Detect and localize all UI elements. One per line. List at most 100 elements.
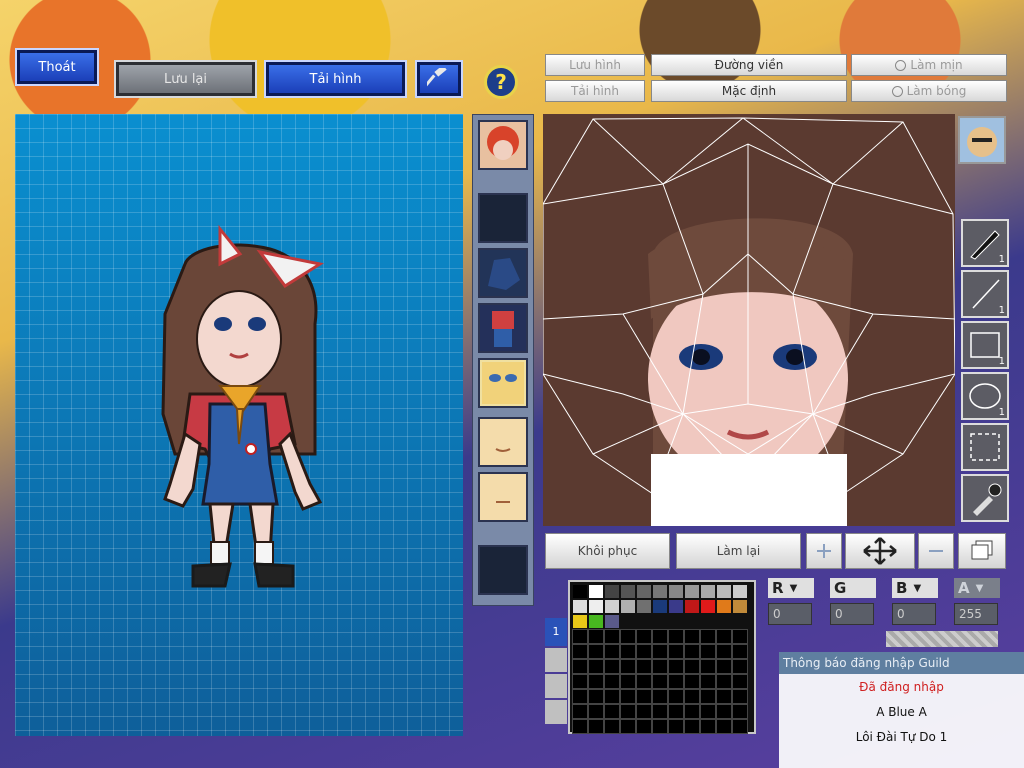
help-button[interactable]: ? (484, 65, 518, 99)
palette-empty-slot[interactable] (684, 659, 700, 674)
palette-empty-slot[interactable] (716, 719, 732, 734)
face-thumbnail[interactable] (958, 116, 1006, 164)
palette-swatch[interactable] (605, 585, 619, 598)
red-value-input[interactable]: 0 (768, 603, 812, 625)
face-editor-canvas[interactable] (543, 114, 955, 526)
palette-empty-slot[interactable] (668, 659, 684, 674)
palette-empty-slot[interactable] (604, 659, 620, 674)
palette-swatch[interactable] (733, 585, 747, 598)
palette-empty-slot[interactable] (684, 644, 700, 659)
palette-empty-slot[interactable] (636, 659, 652, 674)
load-image-button[interactable]: Tải hình (545, 80, 645, 102)
palette-empty-slot[interactable] (684, 674, 700, 689)
palette-empty-slot[interactable] (716, 644, 732, 659)
palette-empty-slot[interactable] (572, 674, 588, 689)
palette-empty-slot[interactable] (652, 629, 668, 644)
palette-empty-slot[interactable] (668, 674, 684, 689)
part-slot-empty-1[interactable] (478, 193, 528, 243)
palette-empty-slot[interactable] (572, 659, 588, 674)
palette-empty-slot[interactable] (620, 644, 636, 659)
part-slot-body[interactable] (478, 303, 528, 353)
palette-empty-slot[interactable] (604, 644, 620, 659)
palette-empty-slot[interactable] (700, 704, 716, 719)
palette-empty-slot[interactable] (668, 719, 684, 734)
palette-empty-slot[interactable] (652, 704, 668, 719)
ellipse-tool[interactable]: 1 (961, 372, 1009, 420)
eyedropper-tool[interactable] (961, 474, 1009, 522)
palette-empty-slot[interactable] (716, 689, 732, 704)
layer-button[interactable] (958, 533, 1006, 569)
shine-toggle[interactable]: Làm bóng (851, 80, 1007, 102)
palette-empty-slot[interactable] (652, 659, 668, 674)
palette-swatch[interactable] (621, 585, 635, 598)
palette-empty-slot[interactable] (588, 644, 604, 659)
palette-empty-slot[interactable] (732, 644, 748, 659)
save-button[interactable]: Lưu lại (114, 60, 257, 98)
palette-swatch[interactable] (621, 600, 635, 613)
palette-empty-slot[interactable] (604, 629, 620, 644)
palette-empty-slot[interactable] (572, 719, 588, 734)
zoom-in-button[interactable] (806, 533, 842, 569)
palette-empty-slot[interactable] (636, 629, 652, 644)
color-palette[interactable] (568, 580, 756, 734)
line-tool[interactable]: 1 (961, 270, 1009, 318)
palette-empty-slot[interactable] (700, 719, 716, 734)
palette-empty-slot[interactable] (652, 674, 668, 689)
default-button[interactable]: Mặc định (651, 80, 847, 102)
palette-empty-slot[interactable] (700, 674, 716, 689)
palette-swatch[interactable] (653, 600, 667, 613)
palette-empty-slot[interactable] (588, 704, 604, 719)
selection-tool[interactable] (961, 423, 1009, 471)
palette-empty-slot[interactable] (636, 689, 652, 704)
palette-empty-slot[interactable] (732, 689, 748, 704)
palette-tab-3[interactable] (545, 674, 567, 698)
palette-empty-slot[interactable] (700, 629, 716, 644)
palette-swatch[interactable] (605, 615, 619, 628)
border-button[interactable]: Đường viền (651, 54, 847, 76)
palette-swatch[interactable] (573, 615, 587, 628)
palette-empty-slot[interactable] (604, 674, 620, 689)
rectangle-tool[interactable]: 1 (961, 321, 1009, 369)
palette-empty-slot[interactable] (716, 629, 732, 644)
palette-empty-slot[interactable] (732, 659, 748, 674)
brush-tool[interactable]: 1 (961, 219, 1009, 267)
palette-empty-slot[interactable] (620, 719, 636, 734)
palette-empty-slot[interactable] (700, 644, 716, 659)
part-slot-accessory[interactable] (478, 248, 528, 298)
palette-empty-slot[interactable] (588, 659, 604, 674)
palette-empty-slot[interactable] (604, 689, 620, 704)
palette-empty-slot[interactable] (604, 719, 620, 734)
palette-empty-slot[interactable] (732, 674, 748, 689)
palette-empty-slot[interactable] (668, 629, 684, 644)
palette-empty-slot[interactable] (668, 704, 684, 719)
part-slot-mouth-2[interactable] (478, 472, 528, 522)
zoom-out-button[interactable] (918, 533, 954, 569)
palette-swatch[interactable] (685, 585, 699, 598)
palette-empty-slot[interactable] (652, 644, 668, 659)
palette-empty-slot[interactable] (684, 704, 700, 719)
palette-empty-slot[interactable] (716, 674, 732, 689)
palette-swatch[interactable] (685, 600, 699, 613)
palette-empty-slot[interactable] (588, 719, 604, 734)
exit-button[interactable]: Thoát (15, 48, 99, 86)
palette-empty-slot[interactable] (732, 719, 748, 734)
smooth-toggle[interactable]: Làm mịn (851, 54, 1007, 76)
palette-swatch[interactable] (701, 585, 715, 598)
palette-empty-slot[interactable] (604, 704, 620, 719)
palette-empty-slot[interactable] (636, 644, 652, 659)
hammer-button[interactable] (415, 60, 463, 98)
palette-empty-slot[interactable] (732, 704, 748, 719)
blue-value-input[interactable]: 0 (892, 603, 936, 625)
palette-swatch[interactable] (653, 585, 667, 598)
palette-swatch[interactable] (589, 600, 603, 613)
palette-tab-4[interactable] (545, 700, 567, 724)
palette-empty-slot[interactable] (572, 644, 588, 659)
palette-swatch[interactable] (701, 600, 715, 613)
palette-swatch[interactable] (669, 585, 683, 598)
palette-swatch[interactable] (637, 585, 651, 598)
palette-empty-slot[interactable] (620, 629, 636, 644)
palette-empty-slot[interactable] (620, 689, 636, 704)
palette-empty-slot[interactable] (572, 629, 588, 644)
palette-empty-slot[interactable] (588, 674, 604, 689)
palette-empty-slot[interactable] (668, 644, 684, 659)
